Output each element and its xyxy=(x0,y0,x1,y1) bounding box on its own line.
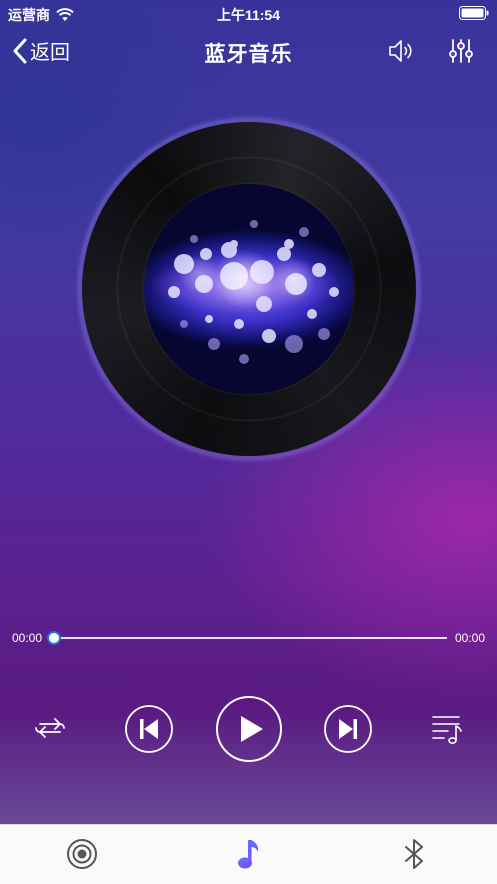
repeat-icon[interactable] xyxy=(32,712,68,744)
elapsed-time: 00:00 xyxy=(12,631,43,645)
next-icon xyxy=(339,719,353,739)
tab-bluetooth[interactable] xyxy=(397,837,431,871)
status-time: 上午11:54 xyxy=(216,7,281,23)
page-title: 蓝牙音乐 xyxy=(204,43,293,66)
music-note-icon xyxy=(238,840,259,869)
total-time: 00:00 xyxy=(454,631,485,645)
progress-track[interactable] xyxy=(56,637,447,639)
tab-music[interactable] xyxy=(231,837,265,871)
previous-button[interactable] xyxy=(124,704,174,754)
battery-icon xyxy=(459,6,489,20)
equalizer-icon[interactable] xyxy=(446,36,476,66)
previous-icon xyxy=(140,719,144,739)
navigation-bar: 返回 蓝牙音乐 xyxy=(0,26,497,76)
volume-icon[interactable] xyxy=(386,36,416,66)
vinyl-record xyxy=(78,118,420,460)
progress-knob[interactable] xyxy=(47,631,61,645)
tab-bar xyxy=(0,824,497,884)
play-button[interactable] xyxy=(215,695,283,763)
playback-controls xyxy=(0,694,497,764)
album-art-bokeh xyxy=(149,220,339,364)
play-icon xyxy=(241,716,263,742)
bluetooth-icon xyxy=(405,839,423,869)
playlist-icon[interactable] xyxy=(430,712,464,746)
radio-icon xyxy=(67,839,97,869)
next-button[interactable] xyxy=(323,704,373,754)
tab-radio[interactable] xyxy=(65,837,99,871)
status-bar: 运营商 上午11:54 xyxy=(0,0,497,26)
album-art xyxy=(144,184,354,394)
progress-bar[interactable]: 00:00 00:00 xyxy=(0,626,497,652)
